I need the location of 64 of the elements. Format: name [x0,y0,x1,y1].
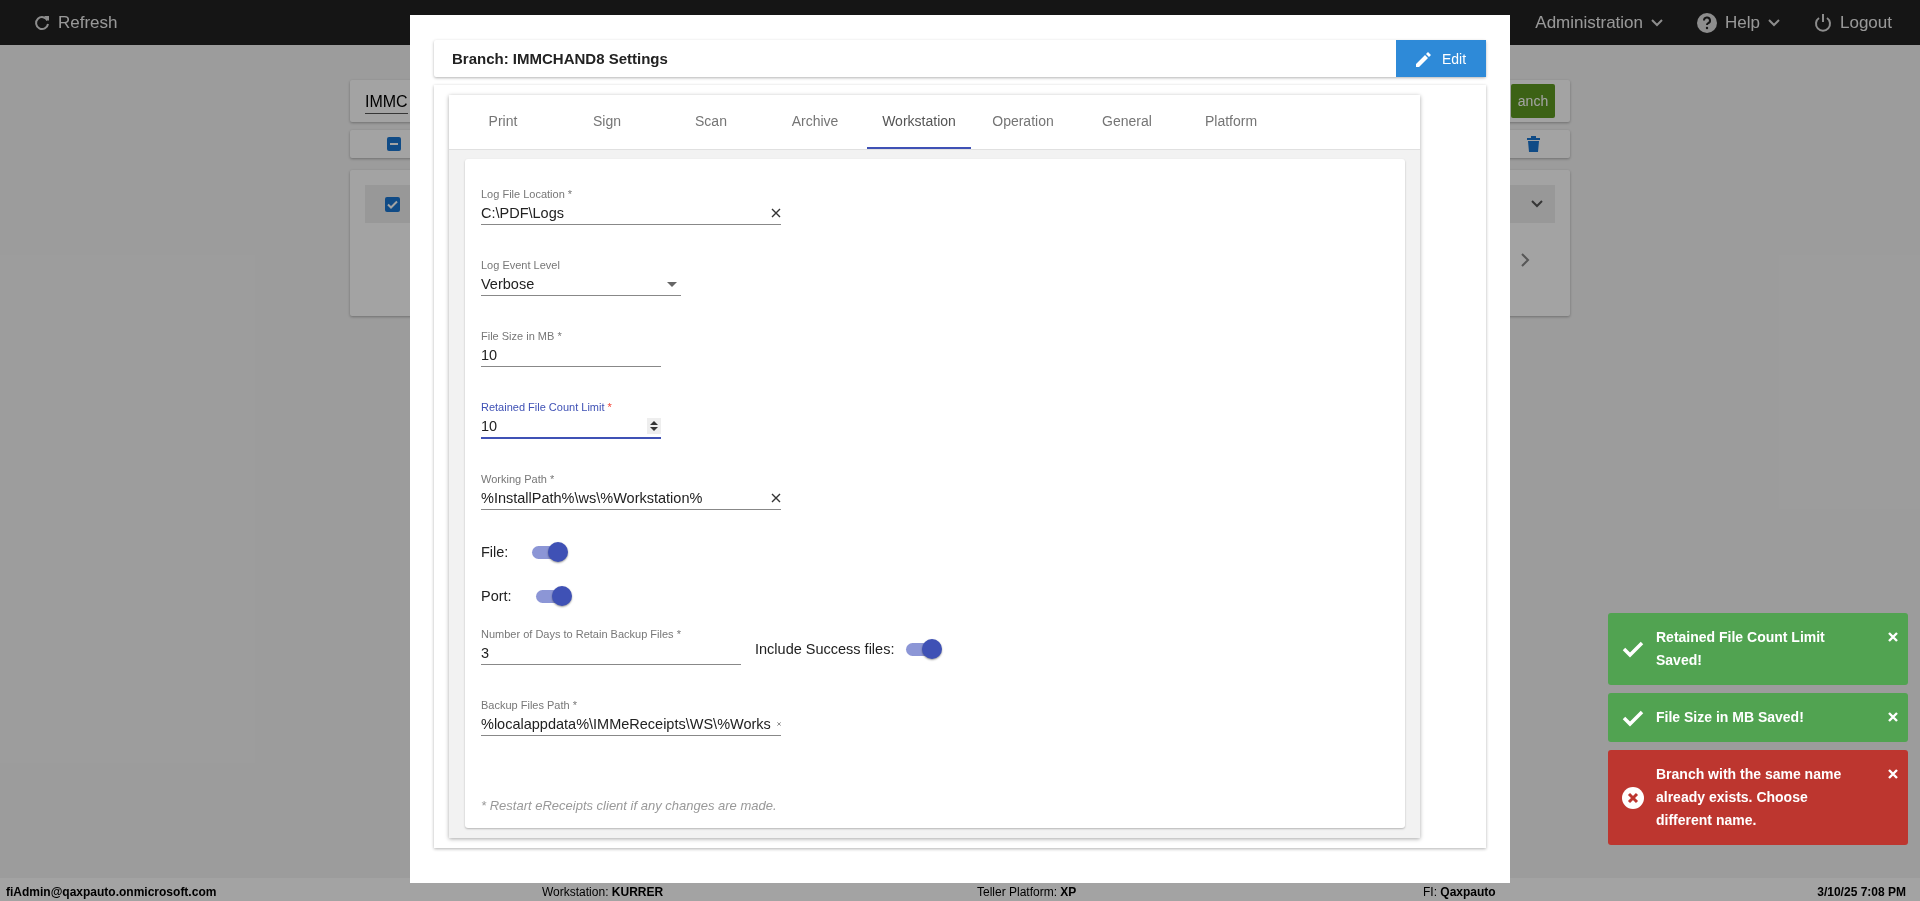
chevron-down-icon [1768,18,1780,27]
search-field[interactable]: IMMC [365,88,408,114]
checkbox-icon[interactable] [385,196,400,212]
chevron-down-icon [1531,200,1543,208]
deselect-checkbox-icon[interactable] [387,137,401,151]
user-email: fiAdmin@qaxpauto.onmicrosoft.com [6,885,218,899]
field-label: Log Event Level [481,259,561,273]
power-icon [1814,12,1832,33]
edit-button[interactable]: Edit [1396,40,1486,77]
trash-icon[interactable] [1527,136,1540,152]
field-label: Backup Files Path * [481,699,578,713]
check-icon [1622,640,1644,658]
clear-icon[interactable] [771,208,781,218]
refresh-icon [34,14,50,31]
select-field[interactable]: Verbose [481,273,681,296]
toggle-switch[interactable] [906,639,943,659]
toggle-label: Port: [481,588,512,604]
input-field[interactable]: 3 [481,642,741,665]
logout-button[interactable]: Logout [1814,12,1892,33]
toggle-switch[interactable] [532,542,569,562]
close-icon[interactable] [1888,632,1898,642]
field-label: Working Path * [481,473,556,487]
field-label: File Size in MB * [481,330,563,344]
tab[interactable]: Sign [555,95,659,149]
dropdown-arrow-icon [667,281,677,287]
tab[interactable]: Print [451,95,555,149]
tab[interactable]: Scan [659,95,763,149]
tab[interactable]: Platform [1179,95,1283,149]
chevron-right-icon[interactable] [1521,253,1530,267]
field-label: Retained File Count Limit * [481,401,613,415]
error-icon [1622,786,1644,809]
toggle-switch[interactable] [535,586,572,606]
menu-button[interactable]: Administration [1535,12,1664,33]
toggle-label: File: [481,544,509,560]
input-field[interactable]: 10 [481,344,661,367]
refresh-button[interactable]: Refresh [34,12,118,33]
date-time: 3/10/25 7:08 PM [1817,885,1906,899]
pencil-icon [1415,50,1432,67]
fi-text: FI: Qaxpauto [1423,885,1497,899]
toast-notification: Retained File Count Limit Saved! [1608,613,1908,685]
menu-button[interactable]: Help [1697,12,1780,33]
close-icon[interactable] [1888,769,1898,779]
field-label: Log File Location * [481,188,574,202]
tab[interactable]: Operation [971,95,1075,149]
input-field[interactable]: %localappdata%\IMMeReceipts\WS\%Works [481,713,781,736]
input-field[interactable]: C:\PDF\Logs [481,202,781,225]
chevron-down-icon [1651,18,1664,27]
restart-note: * Restart eReceipts client if any changes are made. [481,798,777,813]
spinner-icon[interactable] [647,418,661,434]
toggle-label: Include Success files: [755,641,895,657]
input-field[interactable]: 10 [481,415,661,439]
clear-icon[interactable] [771,493,781,503]
tab[interactable]: General [1075,95,1179,149]
input-field[interactable]: %InstallPath%\ws\%Workstation% [481,487,781,510]
tab[interactable]: Archive [763,95,867,149]
help-icon [1697,12,1718,33]
dialog-title: Branch: IMMCHAND8 Settings [451,50,668,67]
field-label: Number of Days to Retain Backup Files * [481,628,682,642]
toast-notification: Branch with the same name already exists. Choose different name. [1608,750,1908,845]
close-icon[interactable] [1888,712,1898,722]
toast-notification: File Size in MB Saved! [1608,693,1908,742]
workstation-text: Workstation: KURRER [542,885,665,899]
check-icon [1622,708,1644,727]
platform-text: Teller Platform: XP [977,885,1078,899]
